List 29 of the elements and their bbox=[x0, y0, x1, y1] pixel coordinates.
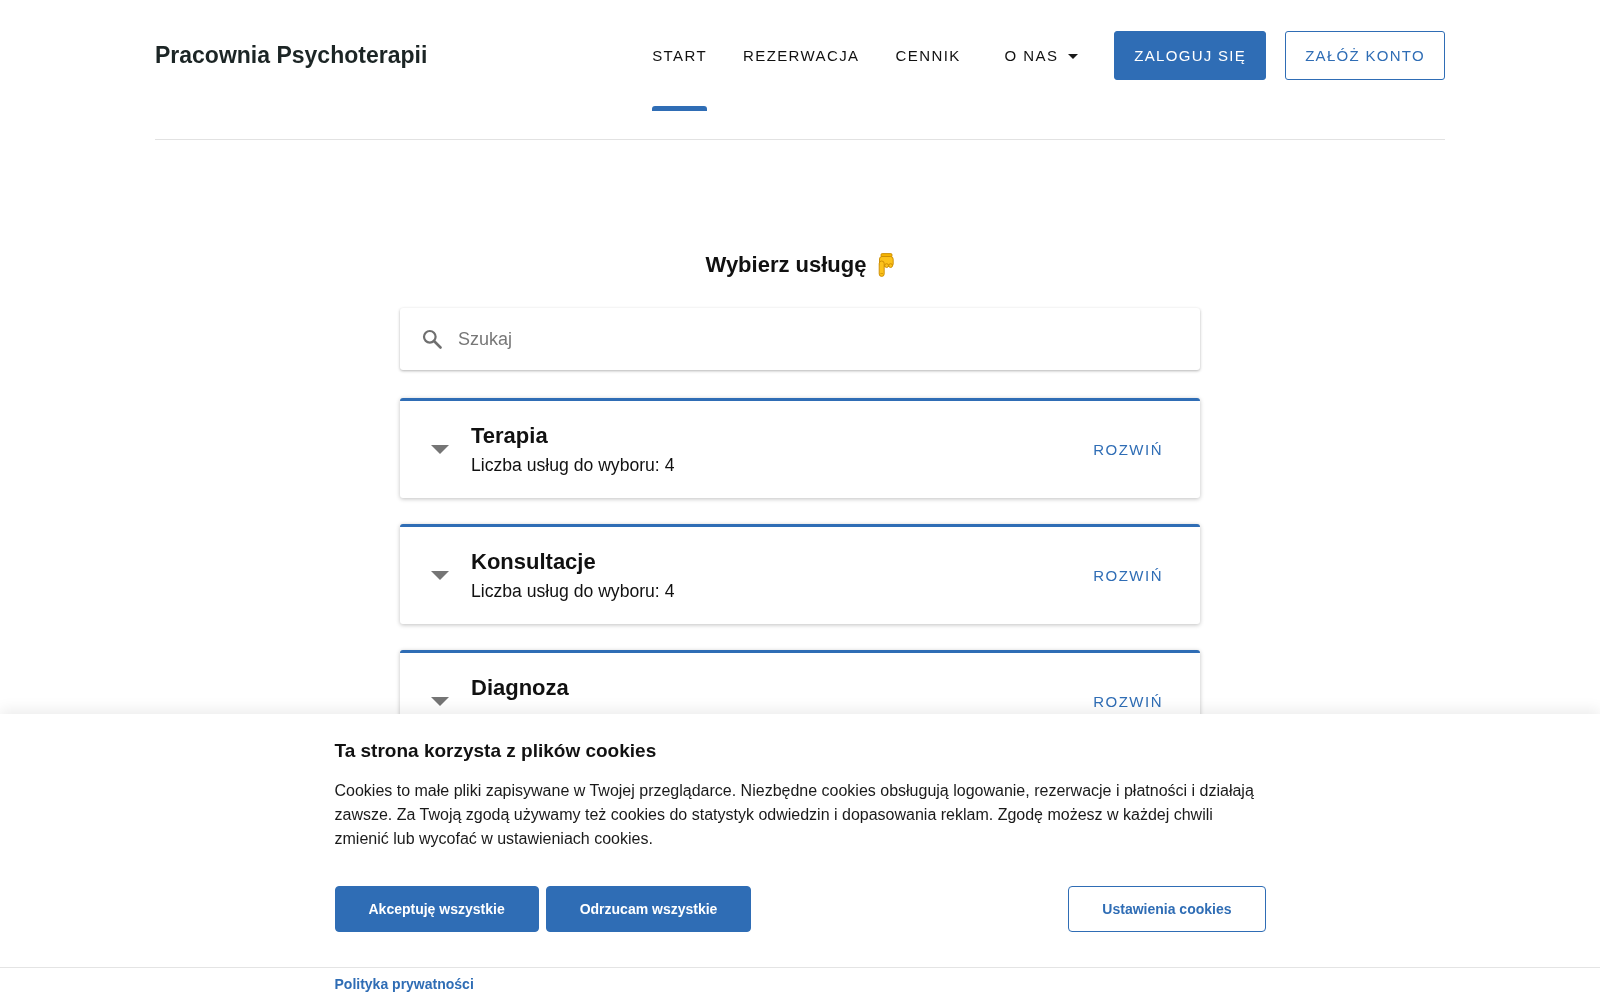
service-count-text: Liczba usług do wyboru: 4 bbox=[471, 580, 676, 602]
service-category-card[interactable]: Terapia Liczba usług do wyboru: 4 ROZWIŃ bbox=[400, 398, 1200, 498]
nav-tab[interactable]: CENNIK bbox=[877, 31, 979, 111]
privacy-policy-link[interactable]: Polityka prywatności bbox=[334, 976, 474, 992]
cookie-settings-button[interactable]: Ustawienia cookies bbox=[1068, 886, 1266, 932]
expand-button[interactable]: ROZWIŃ bbox=[1083, 684, 1173, 714]
nav-tab[interactable]: REZERWACJA bbox=[725, 31, 878, 111]
category-title: Konsultacje bbox=[471, 548, 597, 576]
search-field[interactable]: Szukaj bbox=[400, 308, 1200, 370]
category-title: Diagnoza bbox=[471, 674, 570, 702]
cookie-banner-text: Cookies to małe pliki zapisywane w Twojej przeglądarce. Niezbędne cookies obsługują logowanie, rezerwacje i płatności i działają zawsze. Za Twoją zgodą używamy też cookies do statystyk odwiedzin i dopasowania reklam. Zgodę możesz w każdej chwili zmienić lub wycofać w ustawieniach cookies. bbox=[334, 781, 1255, 849]
expand-button[interactable]: ROZWIŃ bbox=[1083, 558, 1173, 592]
caret-down-icon bbox=[1068, 53, 1079, 59]
site-logo-text[interactable]: Pracownia Psychoterapii bbox=[155, 31, 428, 80]
nav-tab[interactable]: O NAS bbox=[978, 31, 1097, 111]
cookie-banner-title: Ta strona korzysta z plików cookies bbox=[334, 739, 658, 763]
login-button[interactable]: ZALOGUJ SIĘ bbox=[1114, 31, 1267, 80]
service-category-card[interactable]: Diagnoza ROZWIŃ bbox=[400, 650, 1200, 714]
expand-button[interactable]: ROZWIŃ bbox=[1083, 432, 1173, 466]
reject-all-button[interactable]: Odrzucam wszystkie bbox=[545, 886, 752, 932]
sign-up-button[interactable]: ZAŁÓŻ KONTO bbox=[1285, 31, 1445, 80]
nav-tab[interactable]: START bbox=[634, 31, 725, 111]
category-title: Terapia bbox=[471, 422, 549, 450]
accept-all-button[interactable]: Akceptuję wszystkie bbox=[334, 886, 539, 932]
service-category-card[interactable]: Konsultacje Liczba usług do wyboru: 4 ROZWIŃ bbox=[400, 524, 1200, 624]
section-title: Wybierz usługę bbox=[705, 251, 867, 279]
search-icon bbox=[422, 329, 442, 349]
service-count-text: Liczba usług do wyboru: 4 bbox=[471, 454, 676, 476]
pointing-down-hand-icon bbox=[876, 253, 895, 277]
